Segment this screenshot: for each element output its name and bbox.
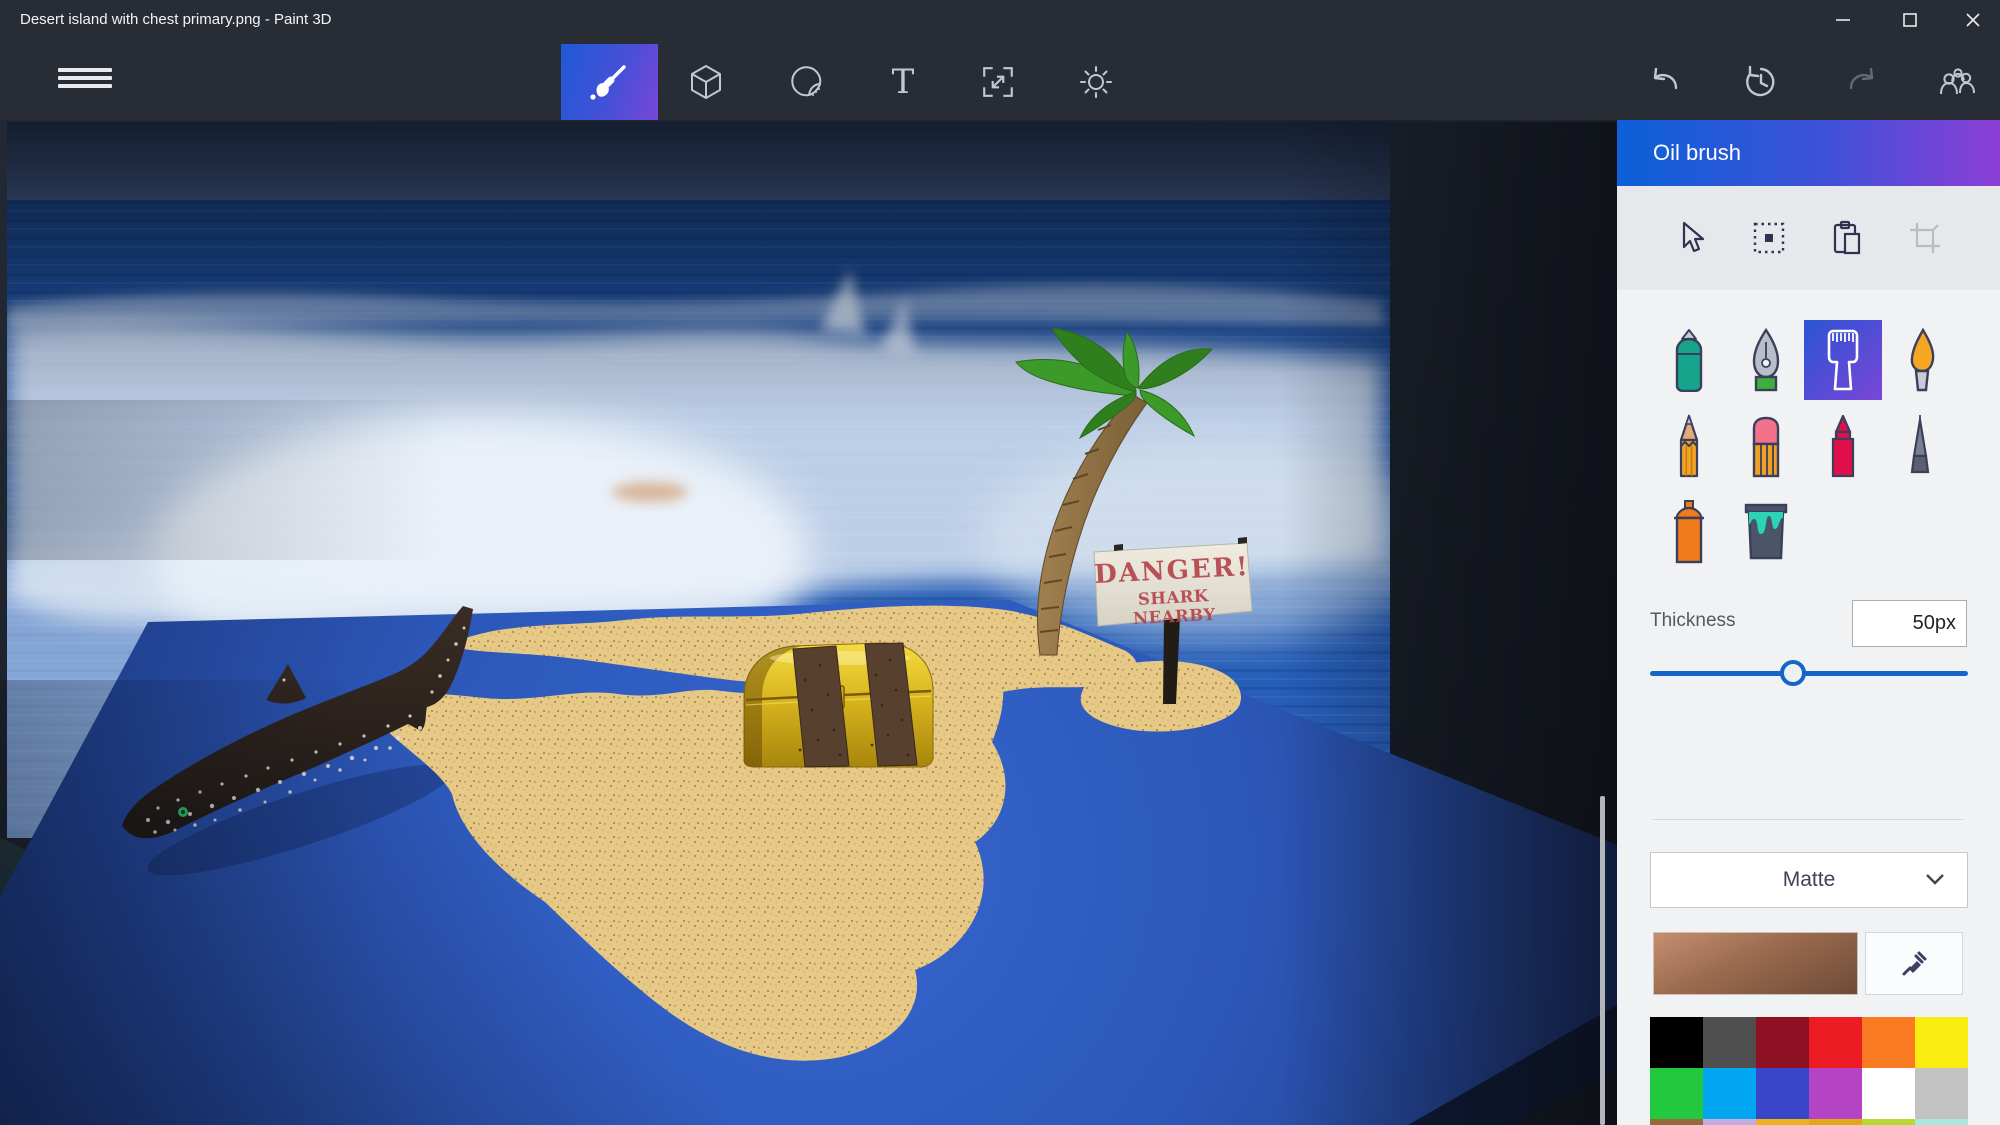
palette-swatch[interactable]	[1915, 1119, 1968, 1125]
collaborate-button[interactable]	[1933, 58, 1981, 106]
sign-board	[1093, 542, 1253, 627]
fill-bucket-icon	[1744, 503, 1788, 560]
crayon-icon	[1831, 414, 1855, 478]
brush-eraser[interactable]	[1727, 406, 1805, 486]
palette-swatch[interactable]	[1809, 1119, 1862, 1125]
palette-swatch[interactable]	[1650, 1119, 1703, 1125]
brush-pixel-pen[interactable]	[1881, 406, 1959, 486]
brush-pencil[interactable]	[1650, 406, 1728, 486]
tab-text[interactable]: T	[879, 58, 927, 106]
tab-stickers[interactable]	[783, 58, 831, 106]
chevron-down-icon	[1926, 874, 1944, 885]
palette-swatch[interactable]	[1756, 1017, 1809, 1068]
minimize-icon	[1836, 19, 1850, 21]
palette-swatch[interactable]	[1915, 1068, 1968, 1119]
panel-header: Oil brush	[1617, 120, 2000, 186]
window-title: Desert island with chest primary.png - P…	[20, 11, 332, 28]
redo-icon	[1849, 67, 1874, 90]
palette-swatch[interactable]	[1809, 1068, 1862, 1119]
menu-button[interactable]	[58, 68, 112, 92]
palette-swatch[interactable]	[1703, 1017, 1756, 1068]
text-icon: T	[892, 62, 915, 102]
brush-marker[interactable]	[1650, 320, 1728, 400]
sun-icon	[1080, 66, 1112, 98]
svg-text:T: T	[892, 62, 915, 102]
minimize-button[interactable]	[1811, 0, 1875, 40]
redo-button[interactable]	[1840, 58, 1888, 106]
toolbar: T	[0, 40, 2000, 120]
canvas-scrollbar[interactable]	[1600, 796, 1605, 1125]
cursor-icon	[1682, 221, 1705, 253]
crop-button[interactable]	[1908, 221, 1942, 255]
thickness-label: Thickness	[1650, 610, 1736, 631]
scene-svg	[0, 120, 1617, 1125]
treasure-chest[interactable]	[743, 642, 934, 768]
marker-icon	[1675, 329, 1703, 392]
calligraphy-pen-icon	[1752, 328, 1780, 392]
palette-swatch[interactable]	[1703, 1119, 1756, 1125]
thickness-slider[interactable]	[1650, 660, 1968, 686]
side-panel: Oil brush Thickness 50px Matte	[1617, 120, 2000, 1125]
canvas-3d-viewport[interactable]: DANGER! SHARK NEARBY	[0, 120, 1617, 1125]
palette-swatch[interactable]	[1809, 1017, 1862, 1068]
pencil-icon	[1679, 414, 1699, 478]
finish-dropdown-value: Matte	[1782, 868, 1836, 891]
eraser-icon	[1752, 416, 1780, 478]
pixel-pen-icon	[1910, 415, 1930, 474]
history-icon	[1746, 65, 1775, 97]
tab-3d-shapes[interactable]	[682, 58, 730, 106]
thickness-slider-thumb[interactable]	[1780, 660, 1807, 686]
palette-swatch[interactable]	[1862, 1119, 1915, 1125]
spray-can-icon	[1674, 500, 1704, 564]
undo-icon	[1653, 67, 1678, 90]
close-button[interactable]	[1946, 0, 2000, 40]
palette-swatch[interactable]	[1862, 1017, 1915, 1068]
eyedropper-icon	[1902, 951, 1927, 975]
undo-button[interactable]	[1639, 58, 1687, 106]
cube-icon	[691, 65, 721, 99]
maximize-icon	[1903, 13, 1917, 27]
palette-swatch[interactable]	[1756, 1119, 1809, 1125]
palette-swatch[interactable]	[1650, 1068, 1703, 1119]
titlebar: Desert island with chest primary.png - P…	[0, 0, 2000, 40]
tab-brushes[interactable]	[561, 44, 658, 120]
clipboard-icon	[1833, 220, 1861, 255]
palette-swatch[interactable]	[1703, 1068, 1756, 1119]
expand-icon	[983, 67, 1013, 97]
eyedropper-button[interactable]	[1865, 932, 1963, 995]
brush-icon	[589, 65, 626, 100]
edit-tools-band	[1617, 186, 2000, 290]
oil-brush-icon	[1827, 329, 1859, 391]
palette-swatch[interactable]	[1915, 1017, 1968, 1068]
brush-crayon[interactable]	[1804, 406, 1882, 486]
brush-oil-brush[interactable]	[1804, 320, 1882, 400]
finish-dropdown[interactable]: Matte	[1650, 852, 1968, 908]
current-color-swatch[interactable]	[1653, 932, 1858, 995]
select-tool-button[interactable]	[1676, 221, 1710, 255]
history-button[interactable]	[1737, 58, 1785, 106]
panel-title: Oil brush	[1653, 140, 1742, 165]
thickness-input[interactable]	[1852, 600, 1967, 647]
palette-swatch[interactable]	[1756, 1068, 1809, 1119]
maximize-button[interactable]	[1878, 0, 1942, 40]
people-icon	[1940, 68, 1975, 95]
palette-swatch[interactable]	[1862, 1068, 1915, 1119]
color-palette	[1650, 1017, 1968, 1125]
brush-watercolor[interactable]	[1881, 320, 1959, 400]
select-region-button[interactable]	[1752, 221, 1786, 255]
crop-icon	[1910, 223, 1940, 253]
selection-rect-icon	[1753, 222, 1785, 254]
brush-fill[interactable]	[1727, 492, 1805, 572]
palette-swatch[interactable]	[1650, 1017, 1703, 1068]
slider-track[interactable]	[1650, 671, 1968, 676]
brush-spray-can[interactable]	[1650, 492, 1728, 572]
brush-calligraphy-pen[interactable]	[1727, 320, 1805, 400]
paste-button[interactable]	[1830, 220, 1864, 255]
divider	[1653, 819, 1963, 820]
watercolor-icon	[1910, 328, 1935, 392]
tab-effects[interactable]	[1072, 58, 1120, 106]
close-icon	[1966, 13, 1980, 27]
tab-canvas[interactable]	[974, 58, 1022, 106]
sticker-icon	[791, 66, 822, 97]
